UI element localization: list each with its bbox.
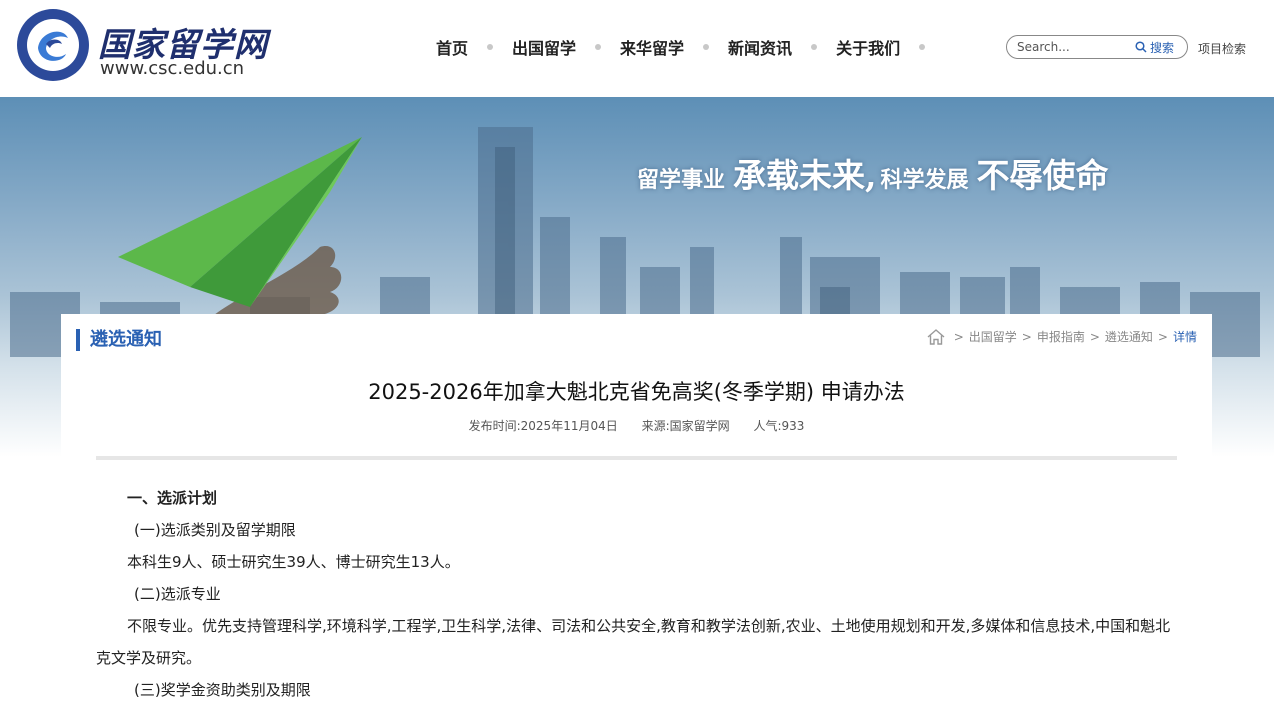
paragraph-subheading: (一)选派类别及留学期限 xyxy=(134,521,296,539)
search-button-label: 搜索 xyxy=(1150,40,1175,55)
nav-separator-dot xyxy=(811,44,818,50)
breadcrumb-separator: > xyxy=(1089,329,1100,344)
breadcrumb-separator: > xyxy=(1157,329,1168,344)
slogan-part-4: 不辱使命 xyxy=(976,156,1109,195)
article-title: 2025-2026年加拿大魁北克省免高奖(冬季学期) 申请办法 xyxy=(368,380,905,404)
nav-separator-dot xyxy=(487,44,494,50)
nav-separator-dot xyxy=(595,44,602,50)
nav-item-study-abroad[interactable]: 出国留学 xyxy=(512,35,576,59)
breadcrumb-item[interactable]: 出国留学 xyxy=(969,328,1017,345)
search-input[interactable] xyxy=(1017,40,1135,54)
nav-item-home[interactable]: 首页 xyxy=(436,35,468,59)
paragraph: 不限专业。优先支持管理科学,环境科学,工程学,卫生科学,法律、司法和公共安全,教… xyxy=(96,617,1171,667)
slogan-part-1: 留学事业 xyxy=(637,167,726,193)
banner-slogan: 留学事业 承载未来, 科学发展 不辱使命 xyxy=(637,149,1109,197)
section-title: 遴选通知 xyxy=(76,329,162,351)
csc-emblem-icon xyxy=(17,9,89,81)
paragraph-heading: 一、选派计划 xyxy=(127,489,218,507)
breadcrumb-separator: > xyxy=(953,329,964,344)
logo-url: www.csc.edu.cn xyxy=(100,58,245,79)
title-divider xyxy=(96,456,1177,460)
search-button[interactable]: 搜索 xyxy=(1135,39,1174,56)
home-icon[interactable] xyxy=(927,328,945,345)
nav-item-study-in-china[interactable]: 来华留学 xyxy=(620,35,684,59)
breadcrumb-current: 详情 xyxy=(1172,330,1197,344)
breadcrumb: > 出国留学 > 申报指南 > 遴选通知 > 详情 xyxy=(927,328,1197,345)
article-source: 来源:国家留学网 xyxy=(641,419,730,433)
article-body: 一、选派计划 (一)选派类别及留学期限 本科生9人、硕士研究生39人、博士研究生… xyxy=(96,482,1177,706)
search-box: 搜索 xyxy=(1006,35,1188,59)
main-nav: 首页 出国留学 来华留学 新闻资讯 关于我们 xyxy=(410,34,944,60)
paragraph: 本科生9人、硕士研究生39人、博士研究生13人。 xyxy=(127,553,460,571)
site-logo[interactable]: 国家留学网 www.csc.edu.cn xyxy=(16,8,267,84)
nav-separator-dot xyxy=(919,44,926,50)
nav-separator-dot xyxy=(703,44,710,50)
paragraph-subheading: (二)选派专业 xyxy=(134,585,221,603)
slogan-part-2: 承载未来, xyxy=(733,156,877,195)
article-meta: 发布时间:2025年11月04日 来源:国家留学网 人气:933 xyxy=(61,417,1212,434)
search-icon xyxy=(1135,41,1147,53)
publish-time: 发布时间:2025年11月04日 xyxy=(468,419,618,433)
nav-item-about-us[interactable]: 关于我们 xyxy=(836,35,900,59)
slogan-part-3: 科学发展 xyxy=(880,167,969,193)
site-header: 国家留学网 www.csc.edu.cn 首页 出国留学 来华留学 新闻资讯 关… xyxy=(0,0,1274,97)
breadcrumb-separator: > xyxy=(1021,329,1032,344)
nav-item-news[interactable]: 新闻资讯 xyxy=(728,35,792,59)
view-count: 人气:933 xyxy=(753,419,805,433)
breadcrumb-item[interactable]: 遴选通知 xyxy=(1105,328,1153,345)
article-card: 遴选通知 > 出国留学 > 申报指南 > 遴选通知 > 详情 2025-2026… xyxy=(61,314,1212,716)
project-search-link[interactable]: 项目检索 xyxy=(1198,40,1246,57)
paragraph-subheading: (三)奖学金资助类别及期限 xyxy=(134,681,311,699)
breadcrumb-item[interactable]: 申报指南 xyxy=(1037,328,1085,345)
